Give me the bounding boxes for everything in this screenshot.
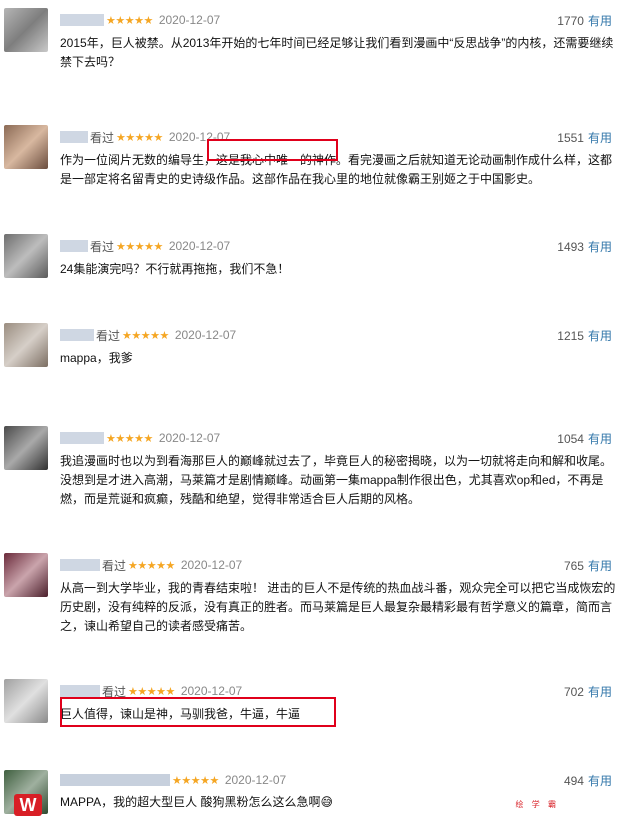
vote-number: 1551 xyxy=(557,131,584,145)
useful-button[interactable]: 有用 xyxy=(588,131,612,145)
useful-button[interactable]: 有用 xyxy=(588,432,612,446)
review-date: 2020-12-07 xyxy=(180,684,243,698)
username[interactable] xyxy=(60,14,104,26)
rating-stars: ★★★★★ xyxy=(128,559,175,572)
review-item: 看过 ★★★★★ 2020-12-07 765 有用 从高一到大学毕业，我的青春结… xyxy=(0,545,627,665)
watched-label: 看过 xyxy=(90,239,115,254)
username[interactable] xyxy=(60,432,104,444)
review-date: 2020-12-07 xyxy=(168,239,231,253)
vote-number: 702 xyxy=(563,685,584,699)
review-item: ★★★★★ 2020-12-07 494 有用 MAPPA，我的超大型巨人 酸狗黑… xyxy=(0,766,627,824)
vote-count: 1215 有用 xyxy=(557,327,612,344)
review-item: 看过 ★★★★★ 2020-12-07 1215 有用 mappa，我爹 xyxy=(0,315,627,415)
watched-label: 看过 xyxy=(102,558,127,573)
review-meta: 看过 ★★★★★ 2020-12-07 xyxy=(60,129,230,145)
review-date: 2020-12-07 xyxy=(224,773,287,787)
vote-number: 1054 xyxy=(557,432,584,446)
review-date: 2020-12-07 xyxy=(158,431,221,445)
rating-stars: ★★★★★ xyxy=(116,240,163,253)
watermark: 绘 学 霸 xyxy=(515,800,559,809)
review-item: 看过 ★★★★★ 2020-12-07 1493 有用 24集能演完吗？不行就再拖… xyxy=(0,226,627,316)
vote-count: 1054 有用 xyxy=(557,430,612,447)
rating-stars: ★★★★★ xyxy=(128,685,175,698)
rating-stars: ★★★★★ xyxy=(172,774,219,787)
username[interactable] xyxy=(60,559,100,571)
review-meta: ★★★★★ 2020-12-07 xyxy=(60,12,220,28)
vote-count: 765 有用 xyxy=(564,557,612,574)
highlight-box xyxy=(207,139,338,161)
useful-button[interactable]: 有用 xyxy=(588,685,612,699)
avatar[interactable] xyxy=(4,426,48,470)
review-meta: ★★★★★ 2020-12-07 xyxy=(60,772,286,788)
review-meta: 看过 ★★★★★ 2020-12-07 xyxy=(60,327,236,343)
vote-count: 1493 有用 xyxy=(557,238,612,255)
vote-count: 494 有用 xyxy=(564,772,612,789)
useful-button[interactable]: 有用 xyxy=(588,14,612,28)
avatar[interactable] xyxy=(4,8,48,52)
useful-button[interactable]: 有用 xyxy=(588,559,612,573)
vote-number: 1493 xyxy=(557,240,584,254)
review-item: ★★★★★ 2020-12-07 1770 有用 2015年，巨人被禁。从2013… xyxy=(0,0,627,105)
vote-number: 1770 xyxy=(557,14,584,28)
review-meta: ★★★★★ 2020-12-07 xyxy=(60,430,220,446)
rating-stars: ★★★★★ xyxy=(106,14,153,27)
review-date: 2020-12-07 xyxy=(180,558,243,572)
review-item: ★★★★★ 2020-12-07 1054 有用 我追漫画时也以为到看海那巨人的巅… xyxy=(0,418,627,538)
avatar[interactable] xyxy=(4,323,48,367)
review-date: 2020-12-07 xyxy=(174,328,237,342)
vote-count: 702 有用 xyxy=(564,683,612,700)
vote-number: 494 xyxy=(563,774,584,788)
review-text: 从高一到大学毕业，我的青春结束啦！ 进击的巨人不是传统的热血战斗番，观众完全可以… xyxy=(60,581,616,633)
avatar[interactable] xyxy=(4,679,48,723)
useful-button[interactable]: 有用 xyxy=(588,329,612,343)
review-text: 作为一位阅片无数的编导生，这是我心中唯一的神作。看完漫画之后就知道无论动画制作成… xyxy=(60,153,613,186)
avatar[interactable] xyxy=(4,553,48,597)
rating-stars: ★★★★★ xyxy=(122,329,169,342)
vote-number: 765 xyxy=(563,559,584,573)
username[interactable] xyxy=(60,329,94,341)
watched-label: 看过 xyxy=(96,328,121,343)
review-item: 看过 ★★★★★ 2020-12-07 702 有用 巨人值得，谏山是神，马驯我爸… xyxy=(0,671,627,766)
vote-count: 1770 有用 xyxy=(557,12,612,29)
useful-button[interactable]: 有用 xyxy=(588,240,612,254)
review-text: 2015年，巨人被禁。从2013年开始的七年时间已经足够让我们看到漫画中“反思战… xyxy=(60,36,614,69)
username[interactable] xyxy=(60,685,100,697)
username[interactable] xyxy=(60,131,88,143)
review-text: 我追漫画时也以为到看海那巨人的巅峰就过去了，毕竟巨人的秘密揭晓，以为一切就将走向… xyxy=(60,454,613,506)
vote-count: 1551 有用 xyxy=(557,129,612,146)
review-date: 2020-12-07 xyxy=(158,13,221,27)
username[interactable] xyxy=(60,774,170,786)
logo-badge: W xyxy=(14,794,42,816)
vote-number: 1215 xyxy=(557,329,584,343)
review-meta: 看过 ★★★★★ 2020-12-07 xyxy=(60,557,242,573)
rating-stars: ★★★★★ xyxy=(116,131,163,144)
watched-label: 看过 xyxy=(90,130,115,145)
avatar[interactable] xyxy=(4,234,48,278)
avatar[interactable] xyxy=(4,125,48,169)
username[interactable] xyxy=(60,240,88,252)
highlight-box xyxy=(60,697,336,727)
review-text: mappa，我爹 xyxy=(60,351,133,365)
rating-stars: ★★★★★ xyxy=(106,432,153,445)
useful-button[interactable]: 有用 xyxy=(588,774,612,788)
review-item: 看过 ★★★★★ 2020-12-07 1551 有用 作为一位阅片无数的编导生，… xyxy=(0,117,627,227)
review-meta: 看过 ★★★★★ 2020-12-07 xyxy=(60,238,230,254)
review-text: 24集能演完吗？不行就再拖拖，我们不急！ xyxy=(60,262,290,276)
